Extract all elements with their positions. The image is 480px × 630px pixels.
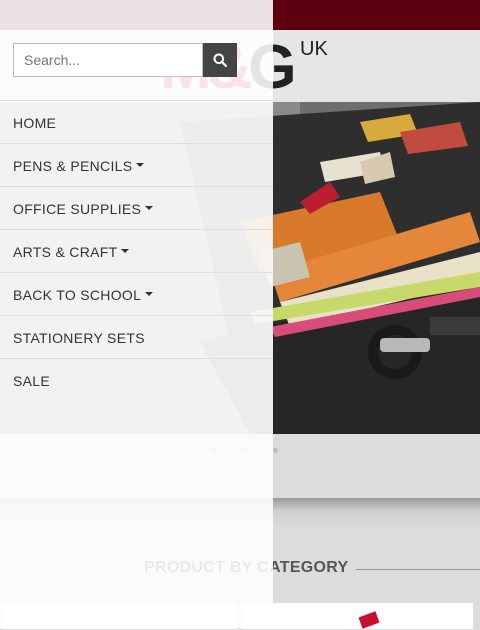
carousel-dot[interactable] — [273, 448, 278, 453]
menu-item-label: PENS & PENCILS — [13, 158, 133, 174]
menu-item-label: SALE — [13, 373, 50, 389]
menu-item-label-wrap: PENS & PENCILS — [13, 158, 145, 174]
logo-suffix: UK — [300, 38, 328, 60]
menu-item-pens-pencils[interactable]: PENS & PENCILS — [0, 143, 273, 186]
section-divider — [356, 569, 480, 570]
caret-down-icon — [145, 292, 154, 297]
menu-item-label: OFFICE SUPPLIES — [13, 201, 142, 217]
menu-item-office-supplies[interactable]: OFFICE SUPPLIES — [0, 186, 273, 229]
menu-item-label: HOME — [13, 115, 57, 131]
search-input[interactable] — [13, 43, 203, 77]
category-card[interactable] — [240, 602, 474, 630]
search-form — [13, 43, 237, 77]
menu-item-label-wrap: OFFICE SUPPLIES — [13, 201, 154, 217]
caret-down-icon — [136, 163, 145, 168]
main-menu: HOME PENS & PENCILS OFFICE SUPPLIES ARTS… — [0, 100, 273, 401]
menu-item-arts-craft[interactable]: ARTS & CRAFT — [0, 229, 273, 272]
menu-item-label: BACK TO SCHOOL — [13, 287, 142, 303]
menu-item-back-to-school[interactable]: BACK TO SCHOOL — [0, 272, 273, 315]
menu-item-label: STATIONERY SETS — [13, 330, 145, 346]
search-button[interactable] — [203, 43, 237, 77]
menu-item-home[interactable]: HOME — [0, 100, 273, 143]
menu-item-label: ARTS & CRAFT — [13, 244, 118, 260]
menu-item-sale[interactable]: SALE — [0, 358, 273, 401]
side-navigation-drawer: HOME PENS & PENCILS OFFICE SUPPLIES ARTS… — [0, 0, 273, 628]
search-icon — [213, 53, 227, 67]
caret-down-icon — [145, 206, 154, 211]
caret-down-icon — [121, 249, 130, 254]
menu-item-label-wrap: BACK TO SCHOOL — [13, 287, 154, 303]
menu-item-label-wrap: ARTS & CRAFT — [13, 244, 130, 260]
menu-item-stationery-sets[interactable]: STATIONERY SETS — [0, 315, 273, 358]
